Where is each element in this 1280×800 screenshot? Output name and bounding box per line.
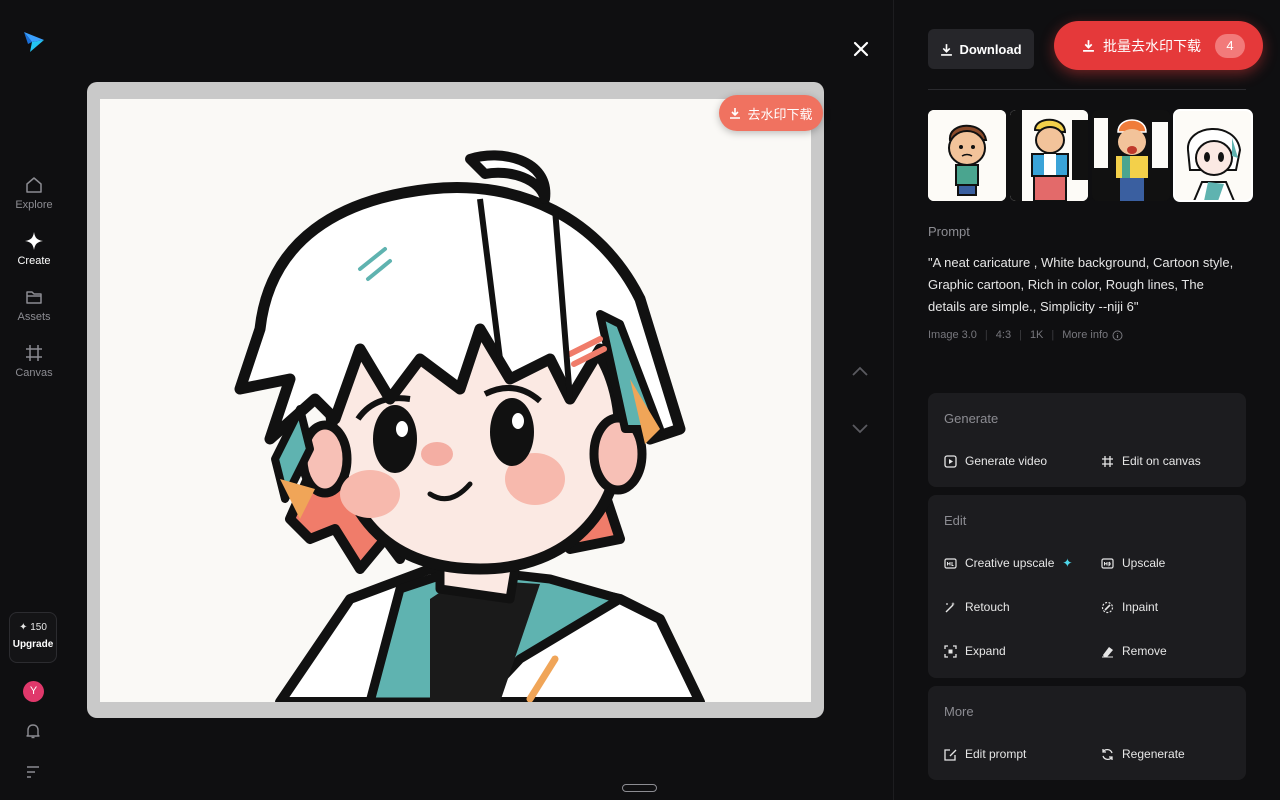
refresh-icon bbox=[1102, 748, 1113, 760]
more-info-link[interactable]: More info bbox=[1062, 329, 1123, 341]
bottom-drag-handle[interactable] bbox=[622, 784, 657, 792]
info-icon bbox=[1112, 330, 1123, 340]
retouch-button[interactable]: Retouch bbox=[944, 600, 1010, 614]
nav-assets-label: Assets bbox=[17, 311, 51, 323]
thumbnail-image bbox=[928, 110, 1006, 201]
remove-button[interactable]: Remove bbox=[1101, 644, 1167, 658]
more-card: More Edit prompt Regenerate bbox=[928, 686, 1246, 780]
image-frame bbox=[87, 82, 824, 718]
edit-note-icon bbox=[944, 748, 957, 761]
cartoon-character-illustration bbox=[234, 150, 705, 702]
avatar[interactable]: Y bbox=[23, 681, 44, 702]
inpaint-button[interactable]: Inpaint bbox=[1101, 600, 1158, 614]
credits-count: ✦ 150 bbox=[19, 622, 47, 633]
thumbnail-image bbox=[1092, 110, 1170, 201]
upscale-label: Upscale bbox=[1122, 556, 1166, 570]
bell-icon[interactable] bbox=[24, 722, 42, 740]
prompt-text[interactable]: "A neat caricature , White background, C… bbox=[928, 252, 1238, 318]
left-sidebar: Explore Create Assets Canvas ✦ 150 Upgra… bbox=[0, 0, 68, 800]
canvas-icon bbox=[1102, 455, 1113, 467]
home-icon bbox=[26, 177, 42, 193]
credits-upgrade-box[interactable]: ✦ 150 Upgrade bbox=[9, 612, 57, 663]
nav-create-label: Create bbox=[17, 255, 51, 267]
prompt-label: Prompt bbox=[928, 224, 970, 239]
nav-explore[interactable]: Explore bbox=[0, 175, 68, 211]
thumbnail-3[interactable] bbox=[1092, 110, 1170, 201]
nav-assets[interactable]: Assets bbox=[0, 287, 68, 323]
thumbnail-2[interactable] bbox=[1010, 110, 1088, 201]
generate-video-button[interactable]: Generate video bbox=[944, 454, 1047, 468]
generate-card: Generate Generate video Edit on canvas bbox=[928, 393, 1246, 487]
creative-upscale-label: Creative upscale bbox=[965, 556, 1055, 570]
regenerate-button[interactable]: Regenerate bbox=[1101, 747, 1185, 761]
meta-separator: | bbox=[984, 329, 988, 341]
download-icon bbox=[941, 43, 953, 56]
batch-label: 批量去水印下载 bbox=[1103, 37, 1201, 54]
thumbnail-4-selected[interactable] bbox=[1173, 109, 1253, 202]
download-button[interactable]: Download bbox=[928, 29, 1034, 69]
edit-on-canvas-label: Edit on canvas bbox=[1122, 454, 1201, 468]
generate-video-label: Generate video bbox=[965, 454, 1048, 468]
magic-wand-icon bbox=[945, 601, 955, 612]
chevron-up-icon[interactable] bbox=[851, 364, 869, 378]
nav-canvas[interactable]: Canvas bbox=[0, 343, 68, 379]
folder-icon bbox=[26, 291, 42, 304]
edit-prompt-button[interactable]: Edit prompt bbox=[944, 747, 1026, 761]
thumbnail-1[interactable] bbox=[928, 110, 1006, 201]
generated-image[interactable] bbox=[100, 99, 811, 702]
sparkle-icon: ✦ bbox=[1062, 556, 1073, 570]
retouch-label: Retouch bbox=[965, 600, 1010, 614]
nav-create[interactable]: Create bbox=[0, 231, 68, 267]
play-video-icon bbox=[944, 454, 957, 468]
expand-label: Expand bbox=[965, 644, 1006, 658]
expand-button[interactable]: Expand bbox=[944, 644, 1006, 658]
meta-separator: | bbox=[1019, 329, 1022, 341]
regenerate-label: Regenerate bbox=[1122, 747, 1185, 761]
more-info-label: More info bbox=[1062, 329, 1109, 341]
app-logo-icon[interactable] bbox=[22, 28, 46, 54]
meta-ratio: 4:3 bbox=[995, 329, 1012, 341]
upgrade-label: Upgrade bbox=[12, 639, 54, 650]
nav-canvas-label: Canvas bbox=[15, 367, 53, 379]
eraser-icon bbox=[1102, 646, 1113, 657]
chevron-down-icon[interactable] bbox=[851, 422, 869, 436]
nav-explore-label: Explore bbox=[15, 199, 53, 211]
canvas-icon bbox=[26, 345, 42, 361]
panel-separator bbox=[928, 89, 1246, 90]
meta-resolution: 1K bbox=[1029, 329, 1044, 341]
hd-plus-icon bbox=[944, 557, 957, 569]
more-title: More bbox=[944, 704, 974, 719]
panel-divider bbox=[893, 0, 894, 800]
edit-prompt-label: Edit prompt bbox=[965, 747, 1027, 761]
image-meta: Image 3.0 | 4:3 | 1K | More info bbox=[928, 329, 1123, 341]
edit-on-canvas-button[interactable]: Edit on canvas bbox=[1101, 454, 1201, 468]
edit-card: Edit Creative upscale ✦ Upscale Retouch … bbox=[928, 495, 1246, 678]
upscale-button[interactable]: Upscale bbox=[1101, 556, 1165, 570]
batch-remove-watermark-button[interactable]: 批量去水印下载 4 bbox=[1054, 21, 1263, 70]
menu-icon[interactable] bbox=[26, 764, 40, 778]
thumbnail-image bbox=[1010, 110, 1088, 201]
inpaint-label: Inpaint bbox=[1122, 600, 1159, 614]
edit-title: Edit bbox=[944, 513, 967, 528]
generate-title: Generate bbox=[944, 411, 999, 426]
download-label: Download bbox=[959, 41, 1022, 57]
meta-model: Image 3.0 bbox=[928, 329, 977, 341]
remove-watermark-download-button[interactable]: 去水印下载 bbox=[719, 95, 823, 131]
remove-watermark-label: 去水印下载 bbox=[747, 106, 813, 122]
sparkle-icon bbox=[25, 232, 43, 250]
download-icon bbox=[730, 108, 741, 119]
close-icon[interactable] bbox=[850, 38, 872, 60]
hd-icon bbox=[1101, 557, 1114, 569]
expand-icon bbox=[944, 644, 957, 658]
download-icon bbox=[1083, 40, 1094, 52]
meta-separator: | bbox=[1051, 329, 1055, 341]
thumbnail-image bbox=[1174, 110, 1252, 201]
creative-upscale-button[interactable]: Creative upscale ✦ bbox=[944, 556, 1072, 570]
batch-count-badge: 4 bbox=[1215, 33, 1245, 58]
remove-label: Remove bbox=[1122, 644, 1167, 658]
inpaint-brush-icon bbox=[1101, 601, 1114, 613]
